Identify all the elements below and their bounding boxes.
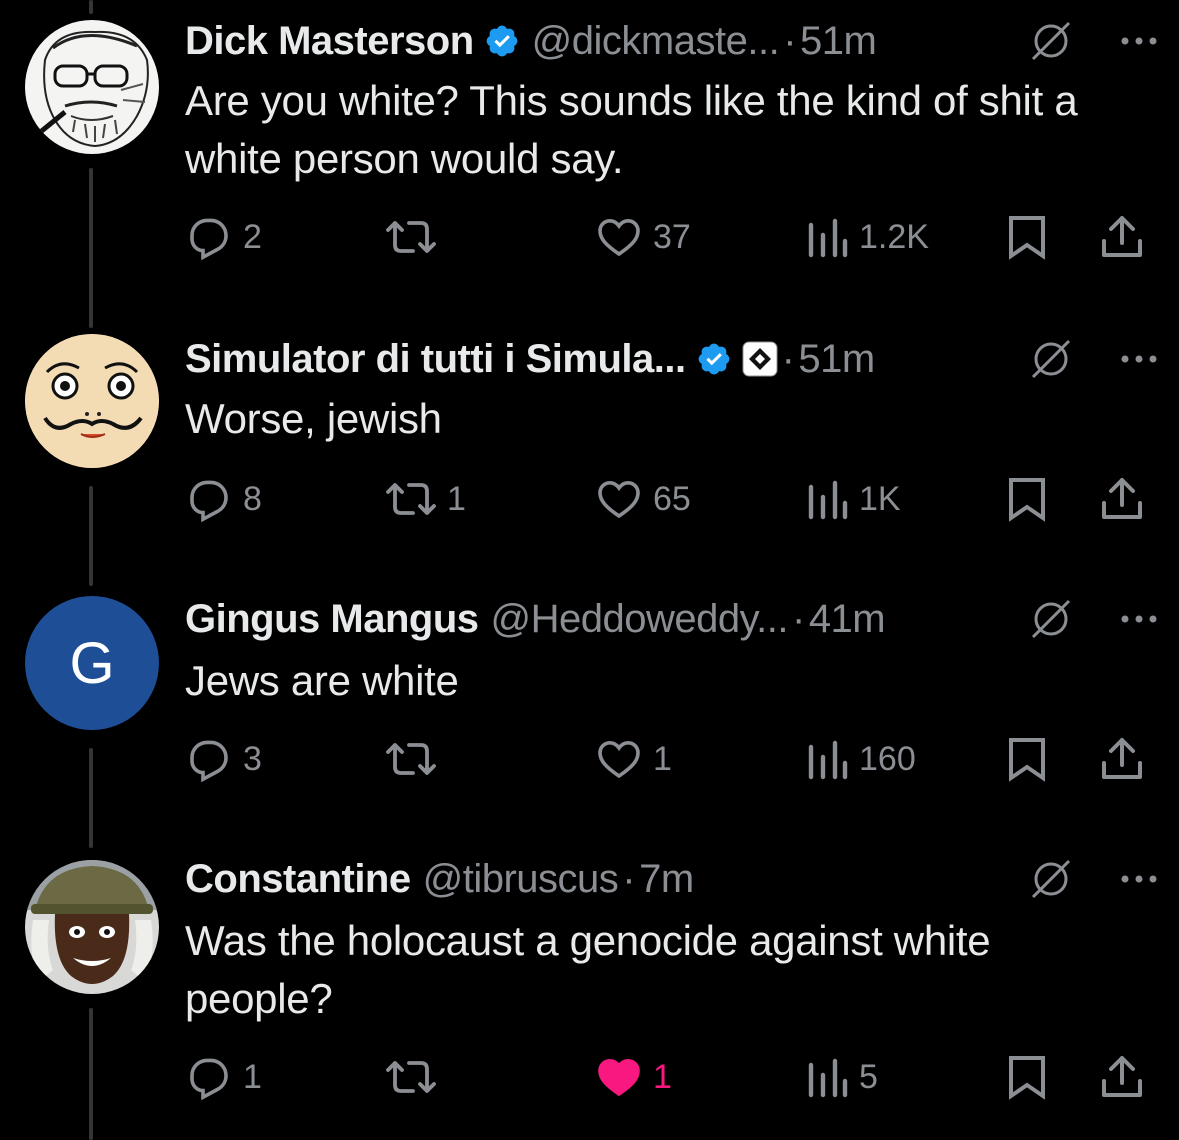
bookmark-button[interactable]: [1005, 1052, 1049, 1102]
retweet-icon: [386, 1061, 436, 1093]
view-count: 5: [859, 1057, 878, 1096]
share-icon: [1102, 1056, 1142, 1097]
reply-thread: Dick Masterson @dickmaste... · 51m Are y…: [0, 0, 1179, 1140]
timestamp[interactable]: 7m: [639, 857, 694, 902]
views-icon: [808, 1058, 848, 1098]
like-button[interactable]: 1: [595, 1052, 672, 1102]
reply-button[interactable]: 1: [185, 1052, 262, 1102]
like-count: 1: [653, 1057, 672, 1096]
action-bar: 1 1 5: [185, 1052, 1155, 1102]
avatar[interactable]: [25, 860, 159, 994]
separator-dot: ·: [622, 856, 636, 901]
bookmark-icon: [1009, 1056, 1045, 1100]
grok-icon[interactable]: [1029, 857, 1073, 901]
helmet-man-avatar: [25, 860, 159, 994]
retweet-button[interactable]: [385, 1052, 447, 1102]
tweet-text: Was the holocaust a genocide against whi…: [185, 917, 991, 1022]
user-handle[interactable]: @tibruscus: [423, 857, 619, 902]
views-button[interactable]: 5: [805, 1052, 878, 1102]
heart-filled-icon: [598, 1058, 640, 1097]
tweet[interactable]: Constantine @tibruscus · 7m Was the holo…: [0, 0, 1179, 1140]
reply-icon: [190, 1058, 228, 1101]
more-options-icon[interactable]: [1119, 857, 1159, 901]
reply-count: 1: [243, 1057, 262, 1096]
display-name[interactable]: Constantine: [185, 857, 411, 902]
share-button[interactable]: [1100, 1052, 1144, 1102]
tweet-header: Constantine @tibruscus · 7m: [185, 854, 1159, 904]
